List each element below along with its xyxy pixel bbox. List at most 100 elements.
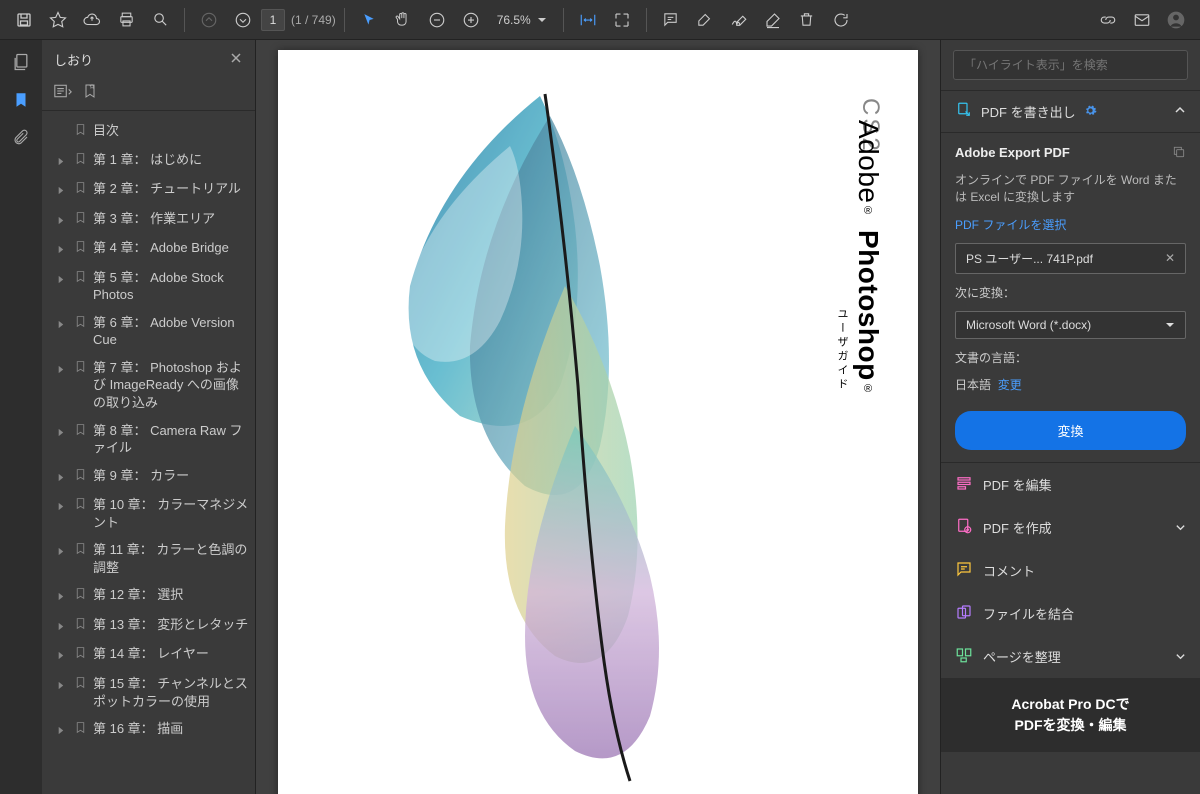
zoom-out-icon[interactable] xyxy=(421,4,453,36)
bookmark-item[interactable]: 第 13 章： 変形とレタッチ xyxy=(54,611,251,641)
bookmark-item[interactable]: 第 9 章： カラー xyxy=(54,462,251,492)
separator xyxy=(563,8,564,32)
sidebar-title: しおり xyxy=(54,50,93,69)
change-lang-link[interactable]: 変更 xyxy=(998,378,1022,392)
bookmark-icon xyxy=(74,123,87,141)
bookmark-item[interactable]: 第 12 章： 選択 xyxy=(54,581,251,611)
main-area: しおり 目次第 1 章： はじめに第 2 章： チュートリアル第 3 章： 作業… xyxy=(0,40,1200,794)
clear-file-icon[interactable]: ✕ xyxy=(1165,251,1175,265)
new-bookmark-icon[interactable] xyxy=(82,83,98,102)
hand-icon[interactable] xyxy=(387,4,419,36)
chevron-up-icon[interactable] xyxy=(1174,104,1186,119)
share-link-icon[interactable] xyxy=(1092,4,1124,36)
save-icon[interactable] xyxy=(8,4,40,36)
tool-item[interactable]: ページを整理 xyxy=(941,635,1200,678)
account-icon[interactable] xyxy=(1160,4,1192,36)
search-icon[interactable] xyxy=(144,4,176,36)
star-icon[interactable] xyxy=(42,4,74,36)
close-icon[interactable] xyxy=(229,51,243,68)
bookmark-label: 第 12 章： 選択 xyxy=(93,586,249,604)
bookmark-icon xyxy=(74,360,87,378)
bookmark-item[interactable]: 第 4 章： Adobe Bridge xyxy=(54,234,251,264)
bookmark-label: 第 4 章： Adobe Bridge xyxy=(93,239,249,257)
bookmark-label: 第 1 章： はじめに xyxy=(93,151,249,169)
bookmark-icon xyxy=(74,587,87,605)
tool-item[interactable]: PDF を編集 xyxy=(941,463,1200,506)
tool-item[interactable]: ファイルを結合 xyxy=(941,592,1200,635)
highlight-icon[interactable] xyxy=(689,4,721,36)
cloud-upload-icon[interactable] xyxy=(76,4,108,36)
convert-button[interactable]: 変換 xyxy=(955,411,1186,450)
tool-label: ページを整理 xyxy=(983,647,1061,666)
select-file-link[interactable]: PDF ファイルを選択 xyxy=(955,216,1186,233)
bookmark-icon xyxy=(74,676,87,694)
bookmark-icon xyxy=(74,423,87,441)
bookmark-item[interactable]: 第 10 章： カラーマネジメント xyxy=(54,491,251,536)
bookmark-item[interactable]: 第 3 章： 作業エリア xyxy=(54,205,251,235)
bookmark-list[interactable]: 目次第 1 章： はじめに第 2 章： チュートリアル第 3 章： 作業エリア第… xyxy=(42,111,255,794)
tool-icon xyxy=(955,517,973,538)
rotate-icon[interactable] xyxy=(825,4,857,36)
bookmark-item[interactable]: 第 14 章： レイヤー xyxy=(54,640,251,670)
bookmark-item[interactable]: 第 1 章： はじめに xyxy=(54,146,251,176)
right-panel: PDF を書き出し Adobe Export PDF オンラインで PDF ファ… xyxy=(940,40,1200,794)
bookmark-item[interactable]: 第 15 章： チャンネルとスポットカラーの使用 xyxy=(54,670,251,715)
chevron-down-icon xyxy=(1175,522,1186,533)
print-icon[interactable] xyxy=(110,4,142,36)
comment-icon[interactable] xyxy=(655,4,687,36)
separator xyxy=(184,8,185,32)
format-select[interactable]: Microsoft Word (*.docx) xyxy=(955,311,1186,339)
page-up-icon[interactable] xyxy=(193,4,225,36)
tool-item[interactable]: PDF を作成 xyxy=(941,506,1200,549)
bookmark-item[interactable]: 第 7 章： Photoshop および ImageReady への画像の取り込… xyxy=(54,354,251,417)
fit-page-icon[interactable] xyxy=(606,4,638,36)
bookmark-item[interactable]: 第 8 章： Camera Raw ファイル xyxy=(54,417,251,462)
delete-icon[interactable] xyxy=(791,4,823,36)
attachments-panel-icon[interactable] xyxy=(12,128,30,149)
mail-icon[interactable] xyxy=(1126,4,1158,36)
bookmark-item[interactable]: 第 5 章： Adobe Stock Photos xyxy=(54,264,251,309)
search-input[interactable] xyxy=(953,50,1188,80)
chevron-right-icon xyxy=(56,271,68,289)
gear-icon[interactable] xyxy=(1084,104,1097,120)
sign-icon[interactable] xyxy=(723,4,755,36)
bookmarks-panel-icon[interactable] xyxy=(12,91,30,112)
fit-width-icon[interactable] xyxy=(572,4,604,36)
chevron-right-icon xyxy=(56,361,68,379)
chevron-right-icon xyxy=(56,722,68,740)
bookmark-item[interactable]: 第 16 章： 描画 xyxy=(54,715,251,745)
export-pdf-header[interactable]: PDF を書き出し xyxy=(941,90,1200,133)
chevron-right-icon xyxy=(56,618,68,636)
tool-label: PDF を編集 xyxy=(983,475,1052,494)
zoom-in-icon[interactable] xyxy=(455,4,487,36)
tool-icon xyxy=(955,474,973,495)
bookmark-item[interactable]: 目次 xyxy=(54,117,251,146)
page-number-input[interactable] xyxy=(261,9,285,31)
chevron-right-icon xyxy=(56,316,68,334)
pointer-icon[interactable] xyxy=(353,4,385,36)
bookmark-item[interactable]: 第 11 章： カラーと色調の調整 xyxy=(54,536,251,581)
bookmark-icon xyxy=(74,240,87,258)
bookmark-item[interactable]: 第 2 章： チュートリアル xyxy=(54,175,251,205)
stamp-icon[interactable] xyxy=(757,4,789,36)
options-icon[interactable] xyxy=(54,84,72,101)
pages-panel-icon[interactable] xyxy=(11,52,31,75)
page-title: Adobe® Photoshop® xyxy=(852,120,884,395)
page-down-icon[interactable] xyxy=(227,4,259,36)
chevron-right-icon xyxy=(56,153,68,171)
chevron-right-icon xyxy=(56,677,68,695)
page-total: (1 / 749) xyxy=(291,13,336,27)
tool-item[interactable]: コメント xyxy=(941,549,1200,592)
zoom-dropdown[interactable]: 76.5% xyxy=(489,13,555,27)
bookmark-label: 第 2 章： チュートリアル xyxy=(93,180,249,198)
pdf-page: CS2 Adobe® Photoshop® ユーザガイド xyxy=(278,50,918,794)
bookmark-item[interactable]: 第 6 章： Adobe Version Cue xyxy=(54,309,251,354)
tool-label: ファイルを結合 xyxy=(983,604,1074,623)
document-area[interactable]: CS2 Adobe® Photoshop® ユーザガイド xyxy=(256,40,940,794)
chevron-down-icon xyxy=(1165,320,1175,330)
bookmark-icon xyxy=(74,152,87,170)
tool-icon xyxy=(955,603,973,624)
bookmark-icon xyxy=(74,542,87,560)
tool-icon xyxy=(955,560,973,581)
copy-icon[interactable] xyxy=(1172,145,1186,162)
